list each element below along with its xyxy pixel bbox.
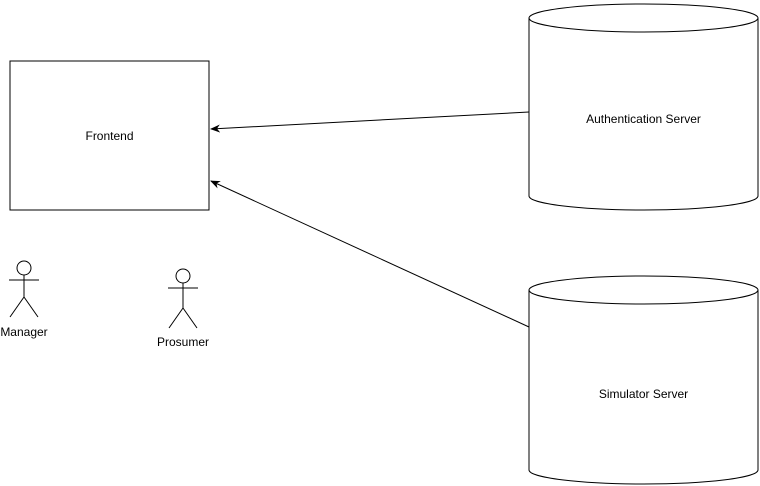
prosumer-label: Prosumer xyxy=(157,335,209,349)
sim-server-cylinder-top xyxy=(528,275,759,305)
sim-server-label: Simulator Server xyxy=(599,387,688,401)
manager-actor[interactable]: Manager xyxy=(0,260,48,339)
frontend-label: Frontend xyxy=(85,129,133,143)
prosumer-actor-icon xyxy=(168,268,198,329)
frontend-node[interactable]: Frontend xyxy=(9,60,210,211)
manager-label: Manager xyxy=(0,325,47,339)
auth-server-node[interactable]: Authentication Server xyxy=(528,3,759,211)
manager-actor-icon xyxy=(9,260,39,318)
edge-auth-to-frontend[interactable] xyxy=(210,111,530,133)
auth-server-label: Authentication Server xyxy=(586,112,701,126)
sim-server-node[interactable]: Simulator Server xyxy=(528,275,759,485)
edge-sim-to-frontend[interactable] xyxy=(210,180,530,328)
auth-server-cylinder-top xyxy=(528,3,759,33)
prosumer-actor[interactable]: Prosumer xyxy=(157,268,209,349)
diagram-canvas: Frontend Authentication Server Simulator… xyxy=(0,3,759,485)
